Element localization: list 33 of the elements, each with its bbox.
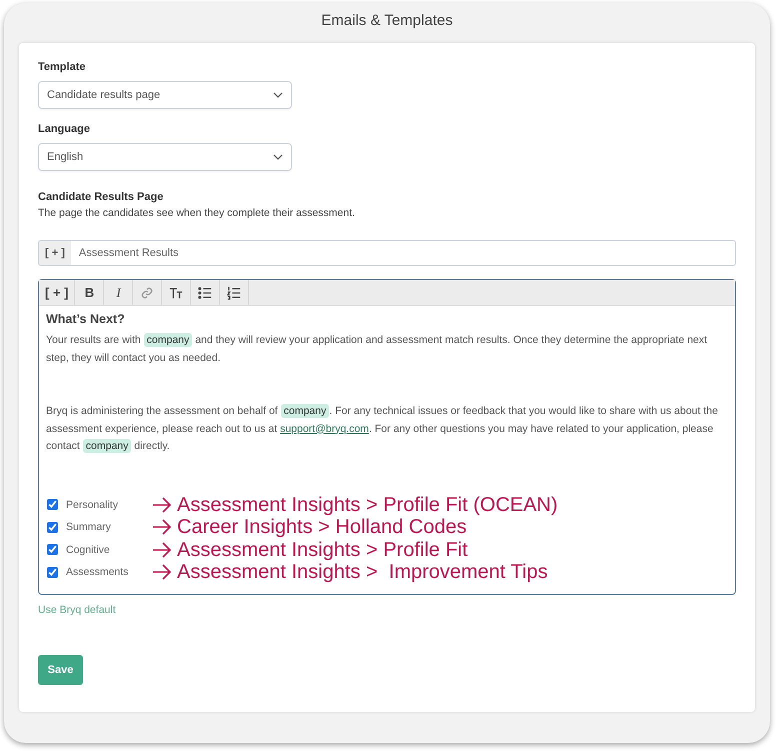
annotation-text: Career Insights > Holland Codes [177, 516, 467, 538]
text-size-icon [169, 286, 184, 300]
template-select[interactable]: Candidate results page [38, 81, 292, 109]
arrow-icon [152, 519, 172, 536]
checkbox[interactable] [47, 499, 58, 510]
section-description: The page the candidates see when they complete their assessment. [38, 207, 356, 219]
option-label: Summary [66, 521, 112, 534]
option-label: Assessments [66, 566, 130, 578]
numbered-list-icon [227, 286, 242, 300]
chevron-down-icon [273, 154, 283, 160]
content-heading: What’s Next? [46, 312, 126, 326]
link-icon [140, 286, 154, 300]
checkbox[interactable] [47, 544, 58, 556]
field-label: Template [38, 61, 86, 73]
arrow-icon [152, 542, 172, 558]
language-select[interactable]: English [38, 143, 292, 171]
checkbox[interactable] [47, 522, 58, 533]
annotation-text: Assessment Insights > Profile Fit (OCEAN) [177, 494, 558, 516]
section-title: Candidate Results Page [38, 191, 164, 203]
arrow-icon [152, 564, 172, 580]
annotation-text: Assessment Insights > Profile Fit [177, 538, 468, 561]
window-title: Emails & Templates [320, 13, 454, 31]
bullet-list-icon [198, 286, 212, 300]
chevron-down-icon [273, 92, 283, 98]
paragraph: Your results are with company and they will review your application and assessment match results. Once they determine the appropriate next step, they will contact you as needed. [46, 332, 708, 366]
option-label: Cognitive [66, 544, 111, 556]
checkbox[interactable] [47, 566, 58, 578]
option-label: Personality [66, 498, 119, 511]
field-label: Language [38, 123, 91, 135]
paragraph: Bryq is administering the assessment on behalf of company . For any technical issues or feedback that you would like to share with us about the assessment experience, please reach out to us at support@bryq.com. For any other questions you may have related to your application, please contact company directly. [46, 403, 719, 455]
annotation-text: Assessment Insights > Improvement Tips [177, 561, 548, 584]
email-link[interactable]: support@bryq.com [280, 422, 369, 434]
arrow-icon [152, 496, 172, 513]
